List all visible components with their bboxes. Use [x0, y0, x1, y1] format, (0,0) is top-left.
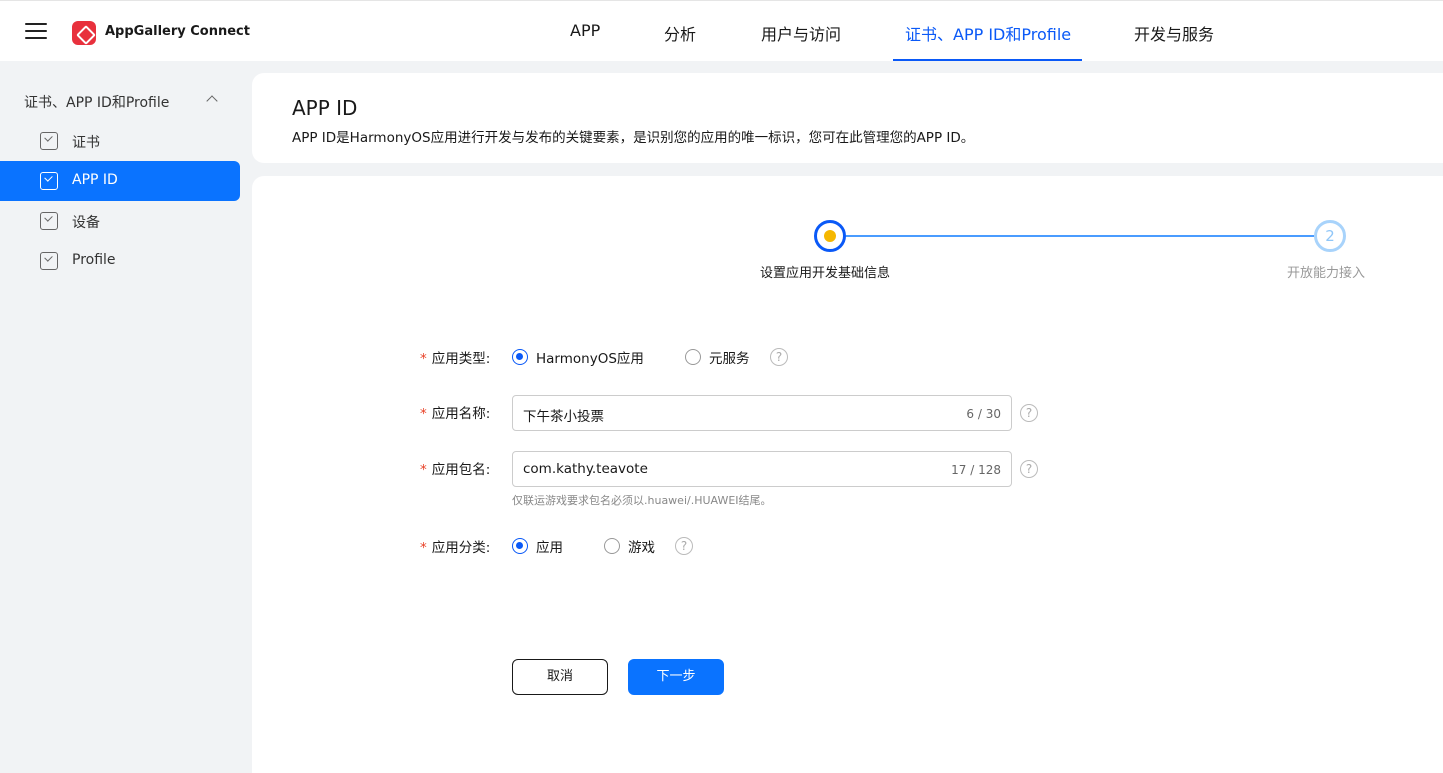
app-type-atomic-service-radio[interactable]	[685, 349, 701, 365]
nav-analytics[interactable]: 分析	[664, 21, 696, 45]
stepper-line	[846, 235, 1314, 237]
help-icon[interactable]: ?	[1020, 460, 1038, 478]
active-nav-indicator	[893, 59, 1082, 61]
package-name-input[interactable]: com.kathy.teavote 17 / 128	[512, 451, 1012, 487]
required-mark: *	[420, 351, 427, 367]
sidebar-item-app-id[interactable]: APP ID	[0, 161, 240, 201]
app-type-label: * 应用类型:	[420, 347, 490, 367]
step-1-label: 设置应用开发基础信息	[760, 266, 891, 281]
sidebar-group-title[interactable]: 证书、APP ID和Profile	[24, 92, 169, 112]
page-title: APP ID	[292, 96, 358, 120]
category-label: * 应用分类:	[420, 536, 490, 556]
package-name-hint: 仅联运游戏要求包名必须以.huawei/.HUAWEI结尾。	[512, 494, 772, 507]
required-mark: *	[420, 462, 427, 478]
package-name-label-text: 应用包名:	[431, 462, 491, 478]
package-name-label: * 应用包名:	[420, 458, 490, 478]
sidebar-item-label: Profile	[72, 252, 116, 268]
category-app-label[interactable]: 应用	[536, 536, 563, 556]
page-description: APP ID是HarmonyOS应用进行开发与发布的关键要素，是识别您的应用的唯…	[292, 130, 975, 146]
app-type-harmonyos-radio[interactable]	[512, 349, 528, 365]
app-type-atomic-service-label[interactable]: 元服务	[709, 347, 750, 367]
app-id-icon	[40, 172, 58, 190]
sidebar-item-devices[interactable]: 设备	[0, 201, 240, 241]
nav-app[interactable]: APP	[570, 21, 600, 40]
nav-certificates-appid-profile[interactable]: 证书、APP ID和Profile	[905, 21, 1071, 45]
help-icon[interactable]: ?	[770, 348, 788, 366]
sidebar: 证书、APP ID和Profile 证书 APP ID 设备 Profile	[0, 61, 252, 773]
form-card: 2 设置应用开发基础信息 开放能力接入 * 应用类型: HarmonyOS应用 元…	[252, 176, 1443, 773]
app-name-label: * 应用名称:	[420, 402, 490, 422]
package-name-counter: 17 / 128	[951, 463, 1001, 477]
page-header-card: APP ID APP ID是HarmonyOS应用进行开发与发布的关键要素，是识…	[252, 73, 1443, 163]
required-mark: *	[420, 540, 427, 556]
category-app-radio[interactable]	[512, 538, 528, 554]
appgallery-logo-icon[interactable]	[72, 21, 96, 45]
step-1-indicator	[814, 220, 846, 252]
app-type-label-text: 应用类型:	[431, 351, 491, 367]
category-label-text: 应用分类:	[431, 540, 491, 556]
app-type-harmonyos-label[interactable]: HarmonyOS应用	[536, 347, 644, 367]
app-name-value: 下午茶小投票	[523, 409, 604, 425]
nav-dev-services[interactable]: 开发与服务	[1134, 21, 1214, 45]
app-name-label-text: 应用名称:	[431, 406, 491, 422]
required-mark: *	[420, 406, 427, 422]
step-2-label: 开放能力接入	[1287, 266, 1366, 281]
category-game-radio[interactable]	[604, 538, 620, 554]
device-icon	[40, 212, 58, 230]
app-name-input[interactable]: 下午茶小投票 6 / 30	[512, 395, 1012, 431]
sidebar-item-label: APP ID	[72, 172, 118, 188]
chevron-up-icon[interactable]	[206, 95, 218, 107]
current-step-dot	[824, 230, 836, 242]
top-bar: AppGallery Connect APP 分析 用户与访问 证书、APP I…	[0, 0, 1443, 61]
sidebar-item-label: 设备	[72, 215, 100, 231]
nav-users-access[interactable]: 用户与访问	[761, 21, 841, 45]
sidebar-item-profile[interactable]: Profile	[0, 241, 240, 281]
brand-name[interactable]: AppGallery Connect	[105, 24, 250, 39]
app-name-counter: 6 / 30	[966, 407, 1001, 421]
sidebar-item-certificates[interactable]: 证书	[0, 121, 240, 161]
package-name-value: com.kathy.teavote	[523, 461, 648, 477]
help-icon[interactable]: ?	[675, 537, 693, 555]
step-2-indicator: 2	[1314, 220, 1346, 252]
cancel-button[interactable]: 取消	[512, 659, 608, 695]
category-game-label[interactable]: 游戏	[628, 536, 655, 556]
help-icon[interactable]: ?	[1020, 404, 1038, 422]
profile-icon	[40, 252, 58, 270]
certificate-icon	[40, 132, 58, 150]
menu-icon[interactable]	[25, 23, 47, 41]
next-step-button[interactable]: 下一步	[628, 659, 724, 695]
sidebar-item-label: 证书	[72, 135, 100, 151]
